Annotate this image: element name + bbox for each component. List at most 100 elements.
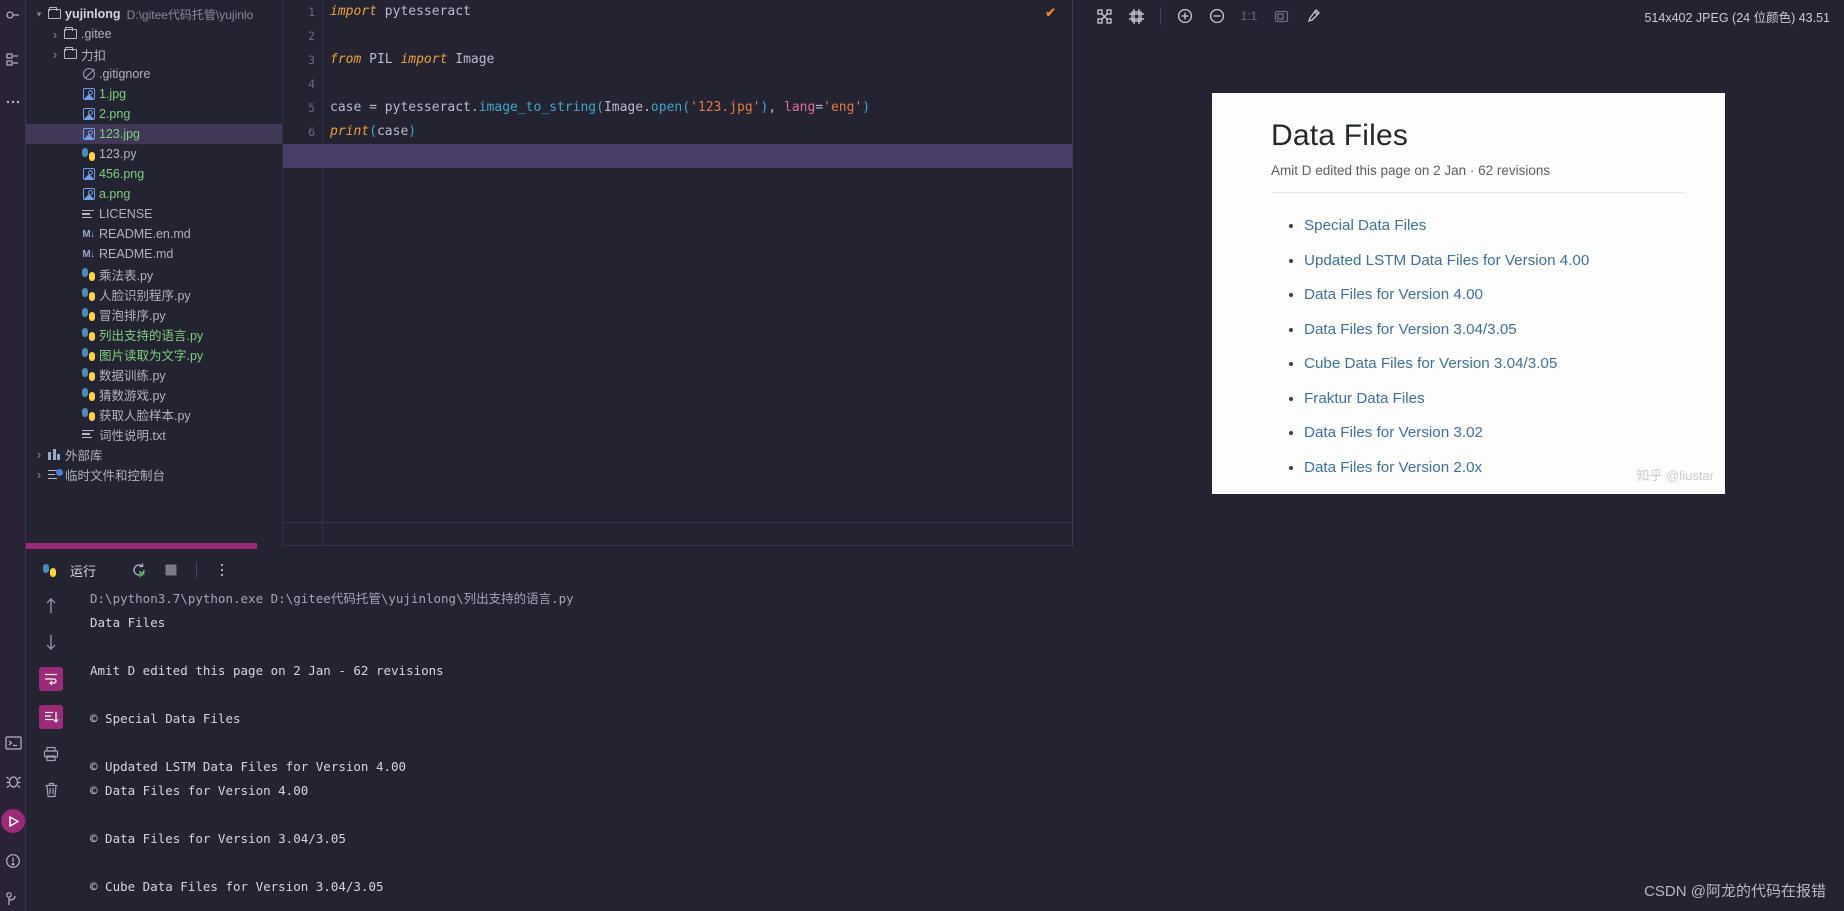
console-line: © Special Data Files xyxy=(90,711,241,726)
tree-item-label: README.md xyxy=(99,247,174,261)
tree-item-人脸识别程序.py[interactable]: 人脸识别程序.py xyxy=(26,284,282,304)
tree-item-label: .gitee xyxy=(81,27,112,41)
tree-item-获取人脸样本.py[interactable]: 获取人脸样本.py xyxy=(26,404,282,424)
color-picker-icon[interactable] xyxy=(1298,3,1328,29)
tree-item-456.png[interactable]: 456.png xyxy=(26,164,282,184)
tree-item-.gitee[interactable]: › .gitee xyxy=(26,24,282,44)
python-icon xyxy=(80,327,97,341)
code-line-6[interactable]: print(case) xyxy=(330,120,1072,144)
list-item: Data Files for Version 3.04/3.05 xyxy=(1304,321,1685,339)
code-token: , xyxy=(768,100,784,115)
tree-item-临时文件和控制台[interactable]: › 临时文件和控制台 xyxy=(26,464,282,484)
tree-item-列出支持的语言.py[interactable]: 列出支持的语言.py xyxy=(26,324,282,344)
fit-content-icon[interactable] xyxy=(1089,3,1119,29)
code-line-5[interactable]: case = pytesseract.image_to_string(Image… xyxy=(330,96,1072,120)
tree-item-label: 冒泡排序.py xyxy=(99,308,166,323)
editor-code-area[interactable]: import pytesseract from PIL import Image… xyxy=(283,0,1073,168)
tree-item-猜数游戏.py[interactable]: 猜数游戏.py xyxy=(26,384,282,404)
checkmark-ok-icon[interactable]: ✔ xyxy=(1045,5,1056,21)
run-icon[interactable] xyxy=(1,809,25,833)
tree-item-label: LICENSE xyxy=(99,207,153,221)
tree-item-label: 1.jpg xyxy=(99,87,127,101)
tree-root-row[interactable]: ▾ yujinlong D:\gitee代码托管\yujinlo xyxy=(26,4,282,24)
tree-item-力扣[interactable]: › 力扣 xyxy=(26,44,282,64)
rerun-icon[interactable] xyxy=(128,559,150,581)
toggle-transparency-icon[interactable] xyxy=(1266,3,1296,29)
problems-icon[interactable] xyxy=(3,851,23,871)
folder-icon xyxy=(62,27,79,39)
code-token: = xyxy=(815,100,824,115)
tree-rows-container: › .gitee › 力扣 .gitignore 1.jpg 2.png 123.jpg 123… xyxy=(26,24,282,484)
tree-item-label: README.en.md xyxy=(99,227,191,241)
text-icon xyxy=(80,429,97,440)
tree-item-label: 外部库 xyxy=(65,448,103,463)
tree-item-数据训练.py[interactable]: 数据训练.py xyxy=(26,364,282,384)
code-editor[interactable]: 1 2 3 4 5 6 7 import pytesseract from PI… xyxy=(282,0,1073,546)
tree-item-label: 词性说明.txt xyxy=(99,428,166,443)
console-line: Amit D edited this page on 2 Jan - 62 re… xyxy=(90,663,444,678)
tree-item-外部库[interactable]: › 外部库 xyxy=(26,444,282,464)
terminal-icon[interactable] xyxy=(3,733,23,753)
chevron-down-icon[interactable]: ▾ xyxy=(32,9,46,20)
fit-frame-icon[interactable] xyxy=(1121,3,1151,29)
tree-item-label: 列出支持的语言.py xyxy=(99,328,204,343)
chevron-right-icon[interactable]: › xyxy=(48,47,62,62)
tree-item-1.jpg[interactable]: 1.jpg xyxy=(26,84,282,104)
console-output[interactable]: D:\python3.7\python.exe D:\gitee代码托管\yuj… xyxy=(90,587,1844,911)
scroll-down-icon[interactable] xyxy=(40,631,62,653)
code-line-7[interactable] xyxy=(283,144,1073,168)
debug-bug-icon[interactable] xyxy=(3,771,23,791)
chevron-right-icon[interactable]: › xyxy=(32,467,46,482)
tree-item-2.png[interactable]: 2.png xyxy=(26,104,282,124)
zhihu-watermark: 知乎 @liustar xyxy=(1636,468,1715,483)
tree-item-123.py[interactable]: 123.py xyxy=(26,144,282,164)
code-token: import xyxy=(400,52,448,67)
print-icon[interactable] xyxy=(40,743,62,765)
code-token: image_to_string xyxy=(478,100,597,115)
soft-wrap-icon[interactable] xyxy=(39,667,63,691)
more-icon[interactable] xyxy=(3,92,23,112)
code-line-4[interactable] xyxy=(330,72,1072,96)
tree-item-123.jpg[interactable]: 123.jpg xyxy=(26,124,282,144)
tree-item-LICENSE[interactable]: LICENSE xyxy=(26,204,282,224)
tree-item-乘法表.py[interactable]: 乘法表.py xyxy=(26,264,282,284)
scroll-up-icon[interactable] xyxy=(40,595,62,617)
actual-size-label[interactable]: 1:1 xyxy=(1234,3,1264,29)
image-viewer-panel: 1:1 514x402 JPEG (24 位颜色) 43.51 Data Fil… xyxy=(1072,0,1844,546)
image-icon xyxy=(80,168,97,180)
zoom-in-icon[interactable] xyxy=(1170,3,1200,29)
python-icon xyxy=(80,267,97,281)
tree-item-label: 猜数游戏.py xyxy=(99,388,166,403)
code-token: import xyxy=(330,4,377,19)
structure-icon[interactable] xyxy=(3,50,23,70)
trash-icon[interactable] xyxy=(40,779,62,801)
bookmark-pin-icon[interactable] xyxy=(3,8,23,28)
project-tree-panel[interactable]: ▾ yujinlong D:\gitee代码托管\yujinlo › .gitee… xyxy=(26,0,282,546)
tree-item-a.png[interactable]: a.png xyxy=(26,184,282,204)
tree-item-README.md[interactable]: M↓ README.md xyxy=(26,244,282,264)
tree-root-path: D:\gitee代码托管\yujinlo xyxy=(126,7,254,22)
tree-item-图片读取为文字.py[interactable]: 图片读取为文字.py xyxy=(26,344,282,364)
code-line-3[interactable]: from PIL import Image xyxy=(330,48,1072,72)
list-item: Format of traineddata files xyxy=(1304,493,1685,494)
code-line-1[interactable]: import pytesseract xyxy=(330,0,1072,24)
chevron-right-icon[interactable]: › xyxy=(32,447,46,462)
git-branch-icon[interactable] xyxy=(3,889,23,909)
image-icon xyxy=(80,108,97,120)
tree-item-冒泡排序.py[interactable]: 冒泡排序.py xyxy=(26,304,282,324)
line-number: 5 xyxy=(308,101,315,115)
code-line-2[interactable] xyxy=(330,24,1072,48)
python-icon xyxy=(80,387,97,401)
scroll-to-end-icon[interactable] xyxy=(39,705,63,729)
stop-icon[interactable] xyxy=(160,559,182,581)
more-options-icon[interactable] xyxy=(211,559,233,581)
tree-item-README.en.md[interactable]: M↓ README.en.md xyxy=(26,224,282,244)
zoom-out-icon[interactable] xyxy=(1202,3,1232,29)
code-token: pytesseract xyxy=(376,4,471,19)
tree-item-词性说明.txt[interactable]: 词性说明.txt xyxy=(26,424,282,444)
tree-item-.gitignore[interactable]: .gitignore xyxy=(26,64,282,84)
csdn-watermark: CSDN @阿龙的代码在报错 xyxy=(1644,883,1826,900)
chevron-right-icon[interactable]: › xyxy=(48,27,62,42)
